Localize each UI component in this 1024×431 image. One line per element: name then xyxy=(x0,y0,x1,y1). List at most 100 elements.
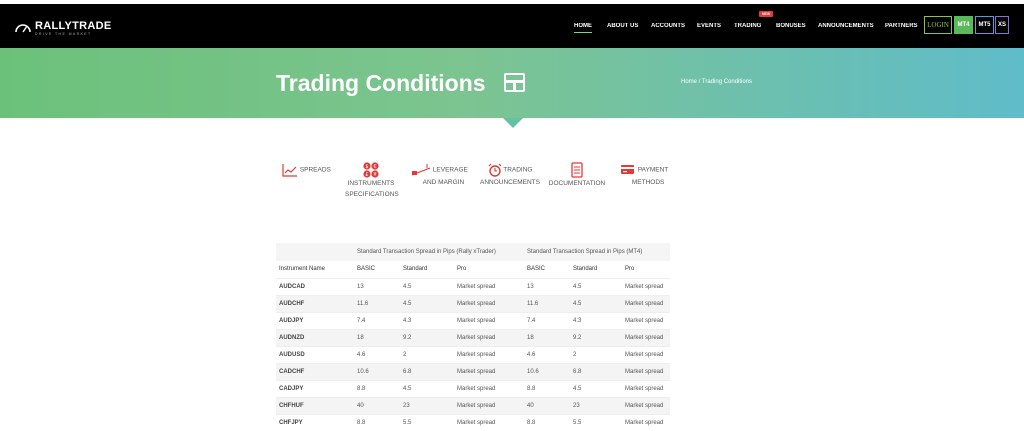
spread-cell: 5.5 xyxy=(570,413,622,431)
tab-trading-announcements[interactable]: TRADING ANNOUNCEMENTS xyxy=(480,163,540,188)
breadcrumb-current: Trading Conditions xyxy=(701,79,753,85)
spread-cell: 18 xyxy=(354,328,400,346)
spread-cell: 11.6 xyxy=(354,294,400,312)
tab-spreads-label: SPREADS xyxy=(299,166,331,174)
login-button[interactable]: LOGIN xyxy=(924,16,952,34)
table-row: AUDCHF 11.6 4.5 Market spread 11.6 4.5 Market … xyxy=(276,294,670,312)
tab-instruments-label-2: SPECIFICATIONS xyxy=(345,191,399,198)
spread-cell: Market spread xyxy=(622,311,670,329)
leverage-icon xyxy=(411,164,431,176)
svg-text:¥: ¥ xyxy=(373,172,376,178)
spread-cell: 8.8 xyxy=(524,413,570,431)
nav-trading[interactable]: TRADING xyxy=(734,23,761,29)
breadcrumb-separator: / xyxy=(698,79,701,85)
spread-cell: Market spread xyxy=(454,277,524,295)
nav-events[interactable]: EVENTS xyxy=(697,23,721,29)
instrument-cell: AUDCAD xyxy=(276,277,354,295)
spread-cell: 18 xyxy=(524,328,570,346)
breadcrumb-home[interactable]: Home xyxy=(681,79,697,85)
table-row: CADCHF 10.6 6.8 Market spread 10.6 6.8 Market … xyxy=(276,362,670,380)
spread-cell: Market spread xyxy=(454,328,524,346)
spread-cell: Market spread xyxy=(454,362,524,380)
table-grid-icon xyxy=(504,73,525,92)
spread-cell: Market spread xyxy=(454,413,524,431)
spread-cell: 8.8 xyxy=(524,379,570,397)
nav-announcements[interactable]: ANNOUNCEMENTS xyxy=(818,23,874,29)
spread-cell: Market spread xyxy=(454,294,524,312)
instrument-cell: CHFHUF xyxy=(276,396,354,414)
nav-accounts[interactable]: ACCOUNTS xyxy=(651,23,685,29)
spread-cell: 9.2 xyxy=(570,328,622,346)
group-header-xtrader: Standard Transaction Spread in Pips (Ral… xyxy=(354,243,524,261)
xs-button[interactable]: XS xyxy=(995,16,1009,34)
table-body: AUDCAD 13 4.5 Market spread 13 4.5 Market spre… xyxy=(276,277,670,431)
spread-cell: Market spread xyxy=(454,379,524,397)
spread-cell: Market spread xyxy=(454,345,524,363)
spread-cell: 10.6 xyxy=(524,362,570,380)
mt5-button[interactable]: MT5 xyxy=(975,16,994,34)
payment-card-icon xyxy=(621,165,634,174)
tab-leverage-margin[interactable]: LEVERAGE AND MARGIN xyxy=(411,163,468,188)
nav-partners[interactable]: PARTNERS xyxy=(885,23,918,29)
spread-cell: Market spread xyxy=(622,294,670,312)
tab-spreads[interactable]: SPREADS xyxy=(282,163,331,177)
spread-cell: 10.6 xyxy=(354,362,400,380)
tab-payment-methods[interactable]: PAYMENT METHODS xyxy=(620,163,668,188)
col-pro-xtrader: Pro xyxy=(457,266,467,273)
banner-arrow xyxy=(503,118,523,128)
spread-cell: 7.4 xyxy=(524,311,570,329)
spread-cell: 6.8 xyxy=(570,362,622,380)
mt4-button[interactable]: MT4 xyxy=(954,16,973,34)
page-title: Trading Conditions xyxy=(276,70,486,96)
instrument-cell: AUDJPY xyxy=(276,311,354,329)
spread-cell: 23 xyxy=(570,396,622,414)
chart-line-icon xyxy=(282,164,297,177)
tab-instruments-label-1: INSTRUMENTS xyxy=(347,180,395,187)
spread-cell: 4.5 xyxy=(400,277,454,295)
table-row: AUDCAD 13 4.5 Market spread 13 4.5 Market spre… xyxy=(276,277,670,295)
currency-symbols-icon: $ € £ ¥ xyxy=(363,162,379,178)
spread-cell: 4.5 xyxy=(570,294,622,312)
instrument-cell: AUDUSD xyxy=(276,345,354,363)
spread-cell: 13 xyxy=(524,277,570,295)
tab-trading-announcements-label-1: TRADING xyxy=(503,166,533,174)
instrument-cell: CADJPY xyxy=(276,379,354,397)
spread-cell: Market spread xyxy=(622,396,670,414)
spread-cell: Market spread xyxy=(454,311,524,329)
spread-cell: 8.8 xyxy=(354,379,400,397)
tab-payment-label-2: METHODS xyxy=(631,179,665,186)
spread-cell: 40 xyxy=(354,396,400,414)
col-standard-mt4: Standard xyxy=(573,266,598,273)
col-standard-xtrader: Standard xyxy=(403,266,428,273)
brand-logo[interactable]: RALLYTRADE DRIVE THE MARKET xyxy=(14,20,112,36)
tab-instruments-specifications[interactable]: $ € £ ¥ INSTRUMENTS SPECIFICATIONS xyxy=(345,162,399,200)
spread-cell: 23 xyxy=(400,396,454,414)
tab-payment-label-1: PAYMENT xyxy=(637,166,669,174)
new-badge: NEW xyxy=(759,11,774,17)
table-row: CHFJPY 8.8 5.5 Market spread 8.8 5.5 Market sp… xyxy=(276,413,670,431)
table-group-header-row: Standard Transaction Spread in Pips (Ral… xyxy=(276,243,670,261)
table-row: CHFHUF 40 23 Market spread 40 23 Market spread xyxy=(276,396,670,414)
nav-about-us[interactable]: ABOUT US xyxy=(607,23,638,29)
spread-cell: 4.5 xyxy=(400,294,454,312)
nav-bonuses[interactable]: BONUSES xyxy=(776,23,806,29)
spread-cell: 4.5 xyxy=(570,379,622,397)
svg-text:$: $ xyxy=(365,164,368,170)
svg-text:€: € xyxy=(373,164,376,170)
spread-cell: 5.5 xyxy=(400,413,454,431)
nav-home[interactable]: HOME xyxy=(574,23,592,33)
document-icon xyxy=(571,162,583,178)
tab-leverage-label-1: LEVERAGE xyxy=(432,166,468,174)
spread-cell: Market spread xyxy=(622,379,670,397)
col-basic-xtrader: BASIC xyxy=(357,266,376,273)
table-row: CADJPY 8.8 4.5 Market spread 8.8 4.5 Market sp… xyxy=(276,379,670,397)
spread-cell: 9.2 xyxy=(400,328,454,346)
instrument-cell: CHFJPY xyxy=(276,413,354,431)
spread-cell: 4.6 xyxy=(524,345,570,363)
group-header-mt4: Standard Transaction Spread in Pips (MT4… xyxy=(524,243,670,261)
group-header-empty xyxy=(276,243,354,261)
tab-documentation[interactable]: DOCUMENTATION xyxy=(547,162,607,189)
spread-cell: Market spread xyxy=(622,328,670,346)
spread-cell: Market spread xyxy=(622,362,670,380)
alarm-clock-icon xyxy=(488,163,501,177)
